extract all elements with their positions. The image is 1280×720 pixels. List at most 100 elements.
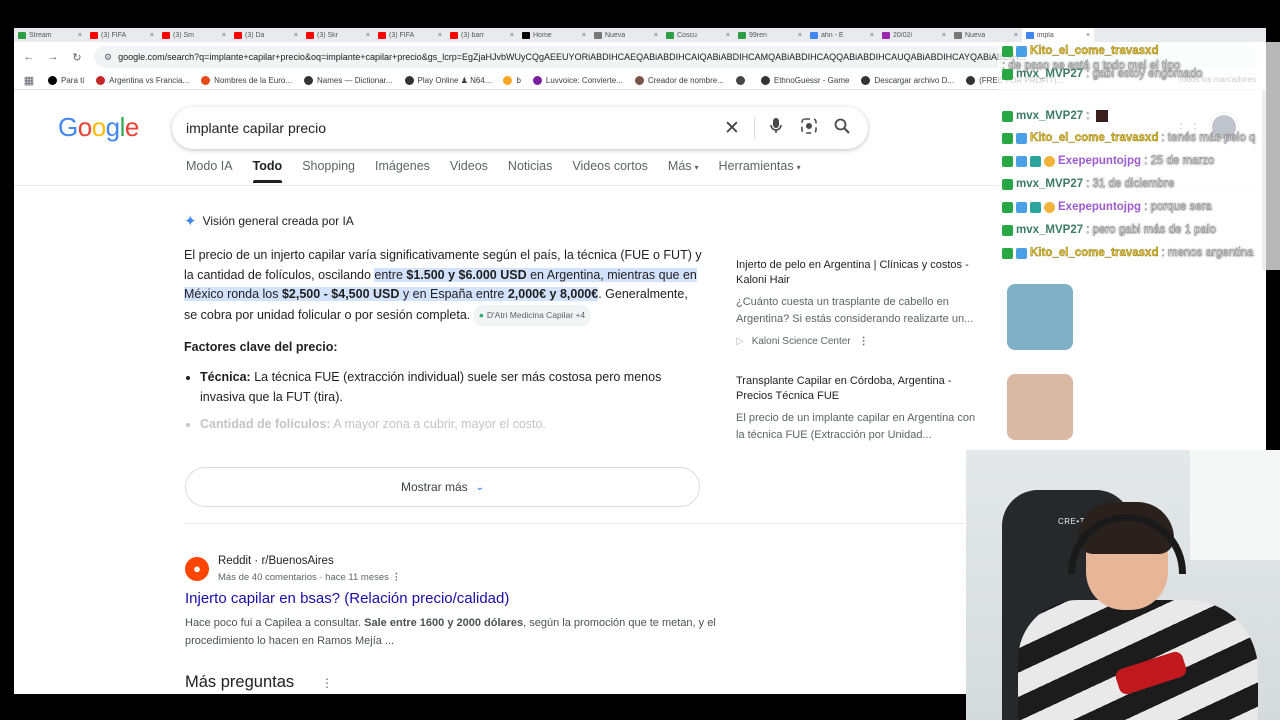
close-tab-icon[interactable]: × bbox=[870, 32, 874, 39]
search-tab[interactable]: Videos bbox=[450, 159, 488, 183]
close-tab-icon[interactable]: × bbox=[1086, 32, 1090, 39]
chat-badge-icon bbox=[1016, 247, 1027, 259]
microphone-icon[interactable] bbox=[764, 118, 788, 138]
browser-tab[interactable]: (3) barr × bbox=[446, 28, 518, 42]
source-card[interactable]: Transplante Capilar en Córdoba, Argentin… bbox=[736, 374, 1081, 444]
bookmark-favicon-icon bbox=[532, 76, 542, 85]
bookmark-item[interactable]: b bbox=[503, 76, 521, 85]
search-box[interactable]: ✕ bbox=[172, 107, 868, 149]
factors-title: Factores clave del precio: bbox=[184, 340, 338, 354]
clear-icon[interactable]: ✕ bbox=[720, 117, 744, 140]
tab-favicon-icon bbox=[954, 31, 962, 39]
bookmark-item[interactable] bbox=[735, 76, 749, 85]
browser-tab[interactable]: Coscu × bbox=[662, 28, 734, 42]
more-options-icon[interactable]: ⋮ bbox=[392, 572, 402, 583]
source-card-thumbnail[interactable] bbox=[1007, 284, 1073, 350]
close-tab-icon[interactable]: × bbox=[582, 32, 586, 39]
bookmark-item[interactable]: Para ti bbox=[48, 76, 84, 85]
browser-tab[interactable]: (3) Sm × bbox=[158, 28, 230, 42]
chat-badge-icon bbox=[1002, 201, 1013, 213]
close-tab-icon[interactable]: × bbox=[654, 32, 658, 39]
bookmark-item[interactable]: Nombres de la Euro... bbox=[201, 76, 292, 85]
more-options-icon[interactable]: ⋮ bbox=[859, 336, 869, 347]
tab-favicon-icon bbox=[90, 31, 98, 39]
back-icon[interactable]: ← bbox=[22, 51, 36, 63]
browser-tab[interactable]: 99ren × bbox=[734, 28, 806, 42]
search-tab[interactable]: Herramientas ▾ bbox=[719, 159, 801, 183]
search-icon[interactable] bbox=[830, 118, 854, 138]
chat-badge-icon bbox=[1016, 45, 1027, 57]
bookmark-item[interactable]: Play Online ♟ N64... bbox=[404, 76, 491, 85]
search-tab[interactable]: Noticias bbox=[508, 159, 552, 183]
bookmark-item[interactable]: Descargar archivo D... bbox=[861, 76, 954, 85]
source-card[interactable]: Injerto de pelo en Argentina | Clínicas … bbox=[736, 258, 1081, 350]
close-tab-icon[interactable]: × bbox=[222, 32, 226, 39]
search-tab[interactable]: Videos cortos bbox=[572, 159, 648, 183]
forward-icon[interactable]: → bbox=[46, 51, 60, 63]
source-card-snippet: El precio de un implante capilar en Arge… bbox=[736, 412, 976, 441]
close-tab-icon[interactable]: × bbox=[294, 32, 298, 39]
more-options-icon[interactable]: ⋮ bbox=[321, 676, 333, 690]
browser-tab[interactable]: Nueva × bbox=[950, 28, 1022, 42]
browser-tab[interactable]: impla × bbox=[1022, 28, 1094, 42]
browser-tab[interactable]: Stream × bbox=[14, 28, 86, 42]
bookmark-item[interactable]: Argentina vs Francia... bbox=[96, 76, 189, 85]
bookmark-item[interactable]: EthnoGuessr - Game bbox=[760, 76, 849, 85]
result-site[interactable]: Reddit · r/BuenosAires bbox=[218, 555, 334, 567]
bookmark-item[interactable]: Luvvoice: Convierte... bbox=[532, 76, 623, 85]
site-info-icon[interactable]: ⚙ bbox=[104, 52, 112, 63]
stream-chat-overlay: Kito_el_come_travasxd: de paso se está q… bbox=[998, 42, 1280, 270]
chevron-down-icon: ⌄ bbox=[475, 481, 485, 493]
google-logo[interactable]: Google bbox=[58, 112, 139, 143]
logo-letter: g bbox=[105, 112, 120, 142]
close-tab-icon[interactable]: × bbox=[942, 32, 946, 39]
browser-tab[interactable]: 20/02/ × bbox=[878, 28, 950, 42]
tab-favicon-icon bbox=[306, 31, 314, 39]
browser-tab[interactable]: (3) FIFA × bbox=[86, 28, 158, 42]
close-tab-icon[interactable]: × bbox=[798, 32, 802, 39]
lens-icon[interactable] bbox=[797, 118, 821, 138]
source-card-title[interactable]: Injerto de pelo en Argentina | Clínicas … bbox=[736, 258, 984, 288]
browser-tab[interactable]: (3) Skr × bbox=[302, 28, 374, 42]
source-card-snippet: ¿Cuánto cuesta un trasplante de cabello … bbox=[736, 296, 974, 325]
close-tab-icon[interactable]: × bbox=[510, 32, 514, 39]
source-card-thumbnail[interactable] bbox=[1007, 374, 1073, 440]
browser-tab[interactable]: ahn - E × bbox=[806, 28, 878, 42]
reload-icon[interactable]: ↻ bbox=[70, 51, 84, 64]
bookmark-item[interactable]: Names — Dictionar... bbox=[303, 76, 393, 85]
close-tab-icon[interactable]: × bbox=[438, 32, 442, 39]
close-tab-icon[interactable]: × bbox=[78, 32, 82, 39]
bookmark-favicon-icon bbox=[966, 76, 976, 85]
result-title-link[interactable]: Injerto capilar en bsas? (Relación preci… bbox=[185, 590, 509, 607]
search-tab-label: Herramientas bbox=[718, 159, 794, 173]
search-tab[interactable]: Imágenes bbox=[375, 159, 430, 183]
list-item: Cantidad de folículos: A mayor zona a cu… bbox=[200, 415, 704, 435]
search-input[interactable] bbox=[186, 120, 711, 136]
browser-tab[interactable]: Nueva × bbox=[590, 28, 662, 42]
apps-grid-icon[interactable]: ▦ bbox=[22, 74, 36, 87]
chat-username: Kito_el_come_travasxd bbox=[1030, 45, 1159, 57]
source-card-title[interactable]: Transplante Capilar en Córdoba, Argentin… bbox=[736, 374, 984, 404]
browser-tab[interactable]: Home × bbox=[518, 28, 590, 42]
browser-tab[interactable]: (3) Da × bbox=[230, 28, 302, 42]
close-tab-icon[interactable]: × bbox=[150, 32, 154, 39]
bookmark-favicon-icon bbox=[48, 76, 57, 85]
bookmark-favicon-icon bbox=[404, 76, 414, 85]
close-tab-icon[interactable]: × bbox=[1014, 32, 1018, 39]
close-tab-icon[interactable]: × bbox=[366, 32, 370, 39]
search-tab[interactable]: Todo bbox=[252, 159, 283, 183]
reddit-logo-icon[interactable]: ● bbox=[185, 557, 209, 581]
close-tab-icon[interactable]: × bbox=[726, 32, 730, 39]
search-tab[interactable]: Modo IA bbox=[186, 159, 233, 183]
search-tab[interactable]: Shopping bbox=[302, 159, 355, 183]
source-chip[interactable]: ● D'Atri Medicina Capilar +4 bbox=[473, 304, 591, 326]
tab-favicon-icon bbox=[378, 31, 386, 39]
tab-favicon-icon bbox=[738, 31, 746, 39]
ai-overview: ✦ Visión general creada por IA El precio… bbox=[184, 212, 704, 443]
bookmark-item[interactable]: Creador de nombre... bbox=[634, 76, 724, 85]
search-tab-label: Todo bbox=[252, 159, 283, 173]
show-more-button[interactable]: Mostrar más ⌄ bbox=[185, 467, 700, 507]
snippet-part: Hace poco fui a Capilea a consultar. bbox=[185, 617, 365, 629]
search-tab[interactable]: Más ▾ bbox=[668, 159, 699, 183]
browser-tab[interactable]: (3) FIFA × bbox=[374, 28, 446, 42]
